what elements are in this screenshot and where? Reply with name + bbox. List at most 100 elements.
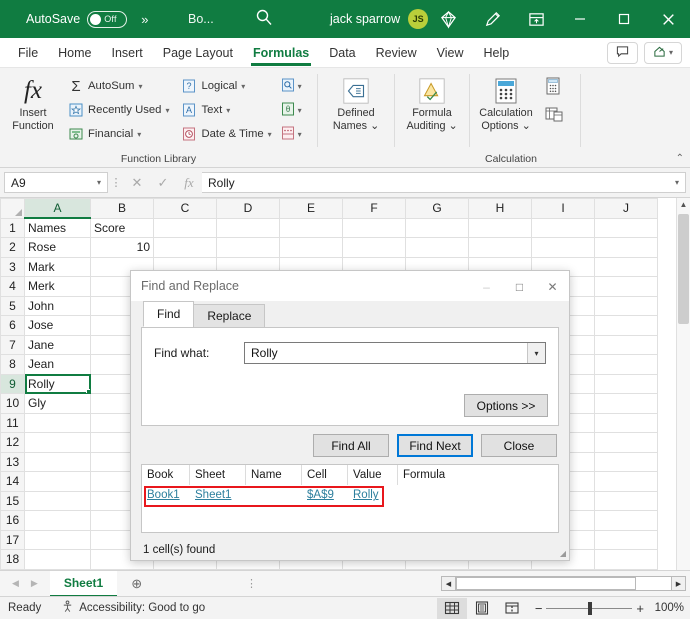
results-list[interactable]: Book Sheet Name Cell Value Formula Book1… [141,464,559,533]
tab-data[interactable]: Data [319,38,365,68]
cell-A18[interactable] [25,550,91,570]
autosave-toggle[interactable]: Off [87,11,127,28]
cell-A6[interactable]: Jose [25,316,91,336]
cell-J5[interactable] [595,296,658,316]
cell-A14[interactable] [25,472,91,492]
cell-J10[interactable] [595,394,658,414]
zoom-slider[interactable]: − + [535,601,644,616]
cell-A5[interactable]: John [25,296,91,316]
tab-page-layout[interactable]: Page Layout [153,38,243,68]
sheet-prev-icon[interactable]: ◀ [12,578,19,589]
row-header-12[interactable]: 12 [1,433,25,453]
column-header-H[interactable]: H [469,199,532,219]
dialog-maximize-icon[interactable]: □ [503,271,536,303]
cell-A8[interactable]: Jean [25,355,91,375]
zoom-track[interactable] [546,608,632,609]
cell-J8[interactable] [595,355,658,375]
page-layout-icon[interactable] [467,598,497,619]
find-what-input[interactable]: Rolly ▾ [244,342,546,364]
user-account[interactable]: jack sparrow JS [330,9,428,29]
cell-B1[interactable]: Score [91,218,154,238]
sheet-tab-sheet1[interactable]: Sheet1 [50,571,117,597]
document-title[interactable]: Bo... [188,12,214,26]
results-header-formula[interactable]: Formula [398,465,558,485]
vertical-scrollbar[interactable]: ▲ [676,198,690,570]
defined-names-button[interactable]: Defined Names ⌄ [320,72,392,132]
horizontal-scroll-thumb[interactable] [456,577,636,590]
cell-A9[interactable]: Rolly [25,374,91,394]
share-button[interactable]: ▾ [644,42,682,64]
cell-F1[interactable] [343,218,406,238]
row-header-17[interactable]: 17 [1,530,25,550]
scroll-left-icon[interactable]: ◀ [441,576,456,591]
cell-I1[interactable] [532,218,595,238]
tab-find[interactable]: Find [143,301,194,327]
cell-E1[interactable] [280,218,343,238]
options-button[interactable]: Options >> [464,394,548,417]
column-header-I[interactable]: I [532,199,595,219]
calculation-options-button[interactable]: Calculation Options ⌄ [470,72,542,132]
find-and-replace-dialog[interactable]: Find and Replace – □ ✕ Find Replace Find… [130,270,570,561]
cell-G1[interactable] [406,218,469,238]
lookup-reference-button[interactable]: ▾ [278,75,305,97]
cell-A1[interactable]: Names [25,218,91,238]
column-header-J[interactable]: J [595,199,658,219]
zoom-thumb[interactable] [588,602,592,615]
row-header-5[interactable]: 5 [1,296,25,316]
cell-H1[interactable] [469,218,532,238]
date-time-button[interactable]: Date & Time ▾ [177,123,275,145]
close-icon[interactable] [646,0,690,38]
row-header-3[interactable]: 3 [1,257,25,277]
scroll-right-icon[interactable]: ▶ [671,576,686,591]
select-all-corner[interactable] [1,199,25,219]
cell-A17[interactable] [25,530,91,550]
cell-A7[interactable]: Jane [25,335,91,355]
row-header-6[interactable]: 6 [1,316,25,336]
cell-J11[interactable] [595,413,658,433]
maximize-icon[interactable] [602,0,646,38]
results-header-book[interactable]: Book [142,465,190,485]
tab-home[interactable]: Home [48,38,101,68]
cell-I2[interactable] [532,238,595,258]
row-header-11[interactable]: 11 [1,413,25,433]
tab-replace[interactable]: Replace [193,304,265,327]
search-icon[interactable] [255,8,273,29]
expand-formula-bar-icon[interactable]: ▾ [675,178,679,187]
cell-J1[interactable] [595,218,658,238]
cell-G2[interactable] [406,238,469,258]
cancel-icon[interactable]: ✕ [124,175,150,191]
chevron-down-icon[interactable]: ▾ [527,343,545,363]
cell-J15[interactable] [595,491,658,511]
scroll-up-icon[interactable]: ▲ [677,198,690,212]
row-header-1[interactable]: 1 [1,218,25,238]
enter-icon[interactable]: ✓ [150,175,176,191]
dialog-close-icon[interactable]: ✕ [536,271,569,303]
row-header-15[interactable]: 15 [1,491,25,511]
insert-function-button[interactable]: fx Insert Function [6,72,60,132]
cell-C2[interactable] [154,238,217,258]
cell-J12[interactable] [595,433,658,453]
minimize-icon[interactable] [558,0,602,38]
cell-A13[interactable] [25,452,91,472]
result-name[interactable] [246,485,302,505]
horizontal-scroll-track[interactable] [456,576,671,591]
row-header-2[interactable]: 2 [1,238,25,258]
collapse-ribbon-button[interactable]: ⌃ [676,153,684,164]
ribbon-display-options-icon[interactable] [514,0,558,38]
zoom-out-button[interactable]: − [535,601,543,616]
column-header-G[interactable]: G [406,199,469,219]
sheet-tab-divider[interactable]: ⋮ [246,577,257,590]
result-value[interactable]: Rolly [348,485,398,505]
autosum-button[interactable]: Σ AutoSum ▾ [64,75,173,97]
row-header-16[interactable]: 16 [1,511,25,531]
cell-A3[interactable]: Mark [25,257,91,277]
results-header-sheet[interactable]: Sheet [190,465,246,485]
formula-auditing-button[interactable]: Formula Auditing ⌄ [397,72,467,132]
row-header-4[interactable]: 4 [1,277,25,297]
find-next-button[interactable]: Find Next [397,434,473,457]
find-all-button[interactable]: Find All [313,434,389,457]
more-functions-button[interactable]: ▾ [278,123,305,145]
cell-D2[interactable] [217,238,280,258]
tab-view[interactable]: View [427,38,474,68]
row-header-7[interactable]: 7 [1,335,25,355]
